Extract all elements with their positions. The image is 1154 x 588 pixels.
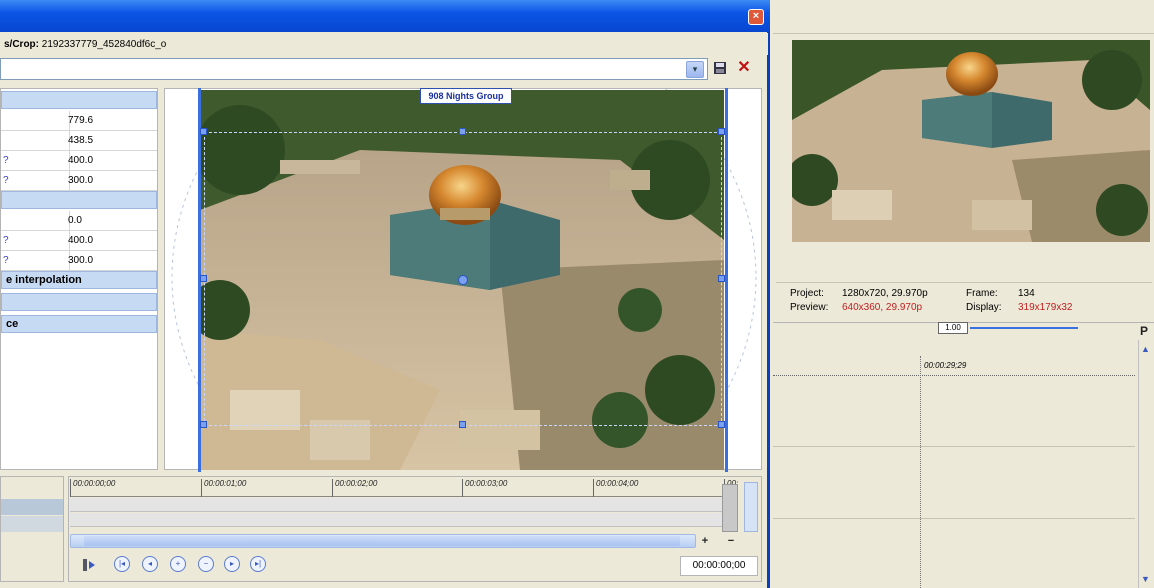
first-keyframe-icon[interactable]: |◂: [114, 556, 130, 572]
ruler-tick-label: 00:00:01;00: [201, 479, 246, 497]
center-handle[interactable]: [458, 275, 468, 285]
path-value: 2192337779_452840df6c_o: [39, 39, 167, 50]
preview-info: Project: 1280x720, 29.970p Frame: 134 Pr…: [790, 286, 1152, 320]
resize-handle[interactable]: [459, 421, 466, 428]
resize-handle[interactable]: [200, 275, 207, 282]
next-keyframe-icon[interactable]: ▸: [224, 556, 240, 572]
track-header-position[interactable]: [1, 499, 63, 515]
ruler-tick-label: 00:00:00;00: [70, 479, 115, 497]
time-ruler[interactable]: 00:00:00;00 00:00:01;00 00:00:02;00 00:0…: [70, 479, 738, 497]
resize-handle[interactable]: [459, 128, 466, 135]
display-label: Display:: [966, 302, 1002, 313]
property-row[interactable]: ? 300.0: [1, 251, 157, 271]
overlay-label: 908 Nights Group: [420, 88, 512, 104]
close-button[interactable]: ×: [748, 9, 764, 25]
preset-dropdown-button[interactable]: ▾: [686, 61, 704, 78]
property-value: 438.5: [68, 135, 94, 146]
keyframe-controls: |◂ ◂ + − ▸ ▸|: [70, 552, 760, 580]
keyframe-track[interactable]: [70, 498, 738, 512]
event-path: s/Crop: 2192337779_452840df6c_o: [4, 39, 166, 50]
ruler-tick-label: 00:00:04;00: [593, 479, 638, 497]
track-divider: [773, 518, 1135, 519]
preview-value: 640x360, 29.970p: [842, 302, 923, 313]
preset-combobox[interactable]: [0, 58, 708, 80]
zoom-slider[interactable]: [970, 327, 1078, 329]
sync-cursor-icon[interactable]: [80, 556, 98, 574]
dialog-titlebar[interactable]: [0, 0, 770, 32]
property-label: ?: [3, 255, 9, 266]
section-header-interpolation[interactable]: e interpolation: [1, 271, 157, 289]
divider: [776, 282, 1152, 283]
property-value: 779.6: [68, 115, 94, 126]
project-label: Project:: [790, 288, 824, 299]
ruler-tick-label: 00:00:03;00: [462, 479, 507, 497]
property-row[interactable]: ? 400.0: [1, 151, 157, 171]
property-value: 300.0: [68, 175, 94, 186]
frame-value: 134: [1018, 288, 1035, 299]
cursor-timecode[interactable]: 00:00:00;00: [680, 556, 758, 576]
playhead-cursor[interactable]: [920, 356, 921, 588]
main-timeline-scrollbar[interactable]: ▲ ▼: [1138, 340, 1152, 588]
property-value: 0.0: [68, 215, 82, 226]
timeline-marker-label: P: [1140, 324, 1149, 338]
section-header-position[interactable]: [1, 91, 157, 109]
resize-handle[interactable]: [718, 421, 725, 428]
path-prefix: s/Crop:: [4, 39, 39, 50]
zoom-out-button[interactable]: −: [724, 535, 738, 547]
properties-panel: 779.6 438.5 ? 400.0 ? 300.0 0.0 ? 400.0 ? 30…: [0, 88, 158, 470]
timeline-side-scrollbar[interactable]: [744, 482, 758, 532]
property-row[interactable]: 779.6: [1, 111, 157, 131]
resize-handle[interactable]: [718, 275, 725, 282]
property-value: 300.0: [68, 255, 94, 266]
track-divider: [773, 446, 1135, 447]
last-keyframe-icon[interactable]: ▸|: [250, 556, 266, 572]
save-icon: [714, 62, 726, 74]
save-preset-button[interactable]: [712, 61, 728, 77]
display-value: 319x179x32: [1018, 302, 1073, 313]
cursor-time-label: 00:00:29;29: [924, 361, 967, 370]
add-keyframe-icon[interactable]: +: [170, 556, 186, 572]
track-header-mask[interactable]: [1, 516, 63, 532]
resize-handle[interactable]: [200, 128, 207, 135]
resize-handle[interactable]: [200, 421, 207, 428]
section-header-blank[interactable]: [1, 293, 157, 311]
keyframe-track[interactable]: [70, 513, 738, 527]
property-row[interactable]: ? 300.0: [1, 171, 157, 191]
property-value: 400.0: [68, 155, 94, 166]
property-row[interactable]: ? 400.0: [1, 231, 157, 251]
property-label: ?: [3, 175, 9, 186]
ruler-tick-label: 00:00:02;00: [332, 479, 377, 497]
chevron-up-icon[interactable]: ▲: [1141, 344, 1150, 354]
property-label: ?: [3, 155, 9, 166]
video-preview-image: [792, 40, 1150, 242]
prev-keyframe-icon[interactable]: ◂: [142, 556, 158, 572]
frame-label: Frame:: [966, 288, 998, 299]
preview-label: Preview:: [790, 302, 829, 313]
delete-preset-button[interactable]: ✕: [736, 60, 752, 76]
delete-keyframe-icon[interactable]: −: [198, 556, 214, 572]
zoom-level-box[interactable]: 1.00: [938, 322, 968, 334]
property-value: 400.0: [68, 235, 94, 246]
keyframe-track-list: [0, 476, 64, 582]
property-row[interactable]: 0.0: [1, 211, 157, 231]
timeline-vertical-scrollbar[interactable]: [722, 484, 738, 532]
property-row[interactable]: 438.5: [1, 131, 157, 151]
section-header-source[interactable]: ce: [1, 315, 157, 333]
property-label: ?: [3, 235, 9, 246]
scrollbar-thumb[interactable]: [84, 536, 680, 546]
chevron-down-icon[interactable]: ▼: [1141, 574, 1150, 584]
close-icon: ✕: [737, 59, 751, 76]
chevron-down-icon: ▾: [692, 64, 698, 74]
section-header-rotation[interactable]: [1, 191, 157, 209]
resize-handle[interactable]: [718, 128, 725, 135]
project-value: 1280x720, 29.970p: [842, 288, 928, 299]
zoom-in-button[interactable]: +: [698, 535, 712, 547]
preview-toolbar: [773, 0, 1154, 34]
